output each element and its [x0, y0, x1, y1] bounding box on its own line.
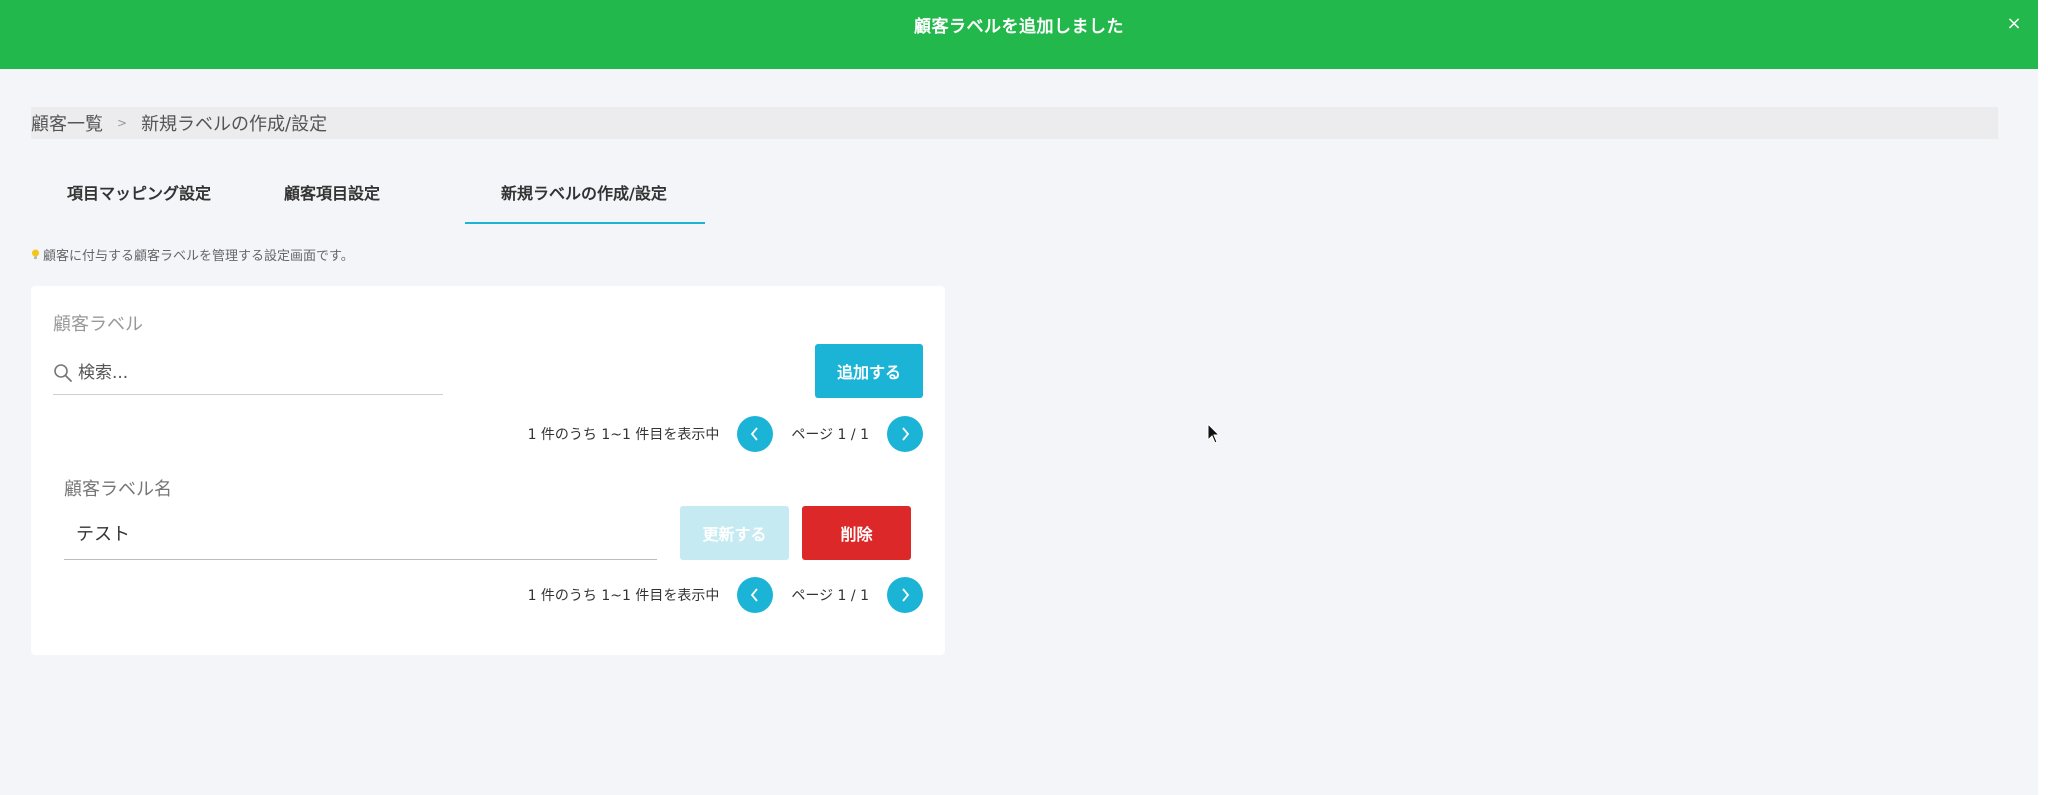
tab-new-label[interactable]: 新規ラベルの作成/設定 — [465, 168, 705, 224]
delete-button[interactable]: 削除 — [802, 506, 911, 560]
chevron-left-icon — [751, 588, 759, 602]
breadcrumb: 顧客一覧 > 新規ラベルの作成/設定 — [31, 107, 1998, 139]
breadcrumb-current: 新規ラベルの作成/設定 — [141, 114, 328, 135]
settings-tabs: 項目マッピング設定 顧客項目設定 新規ラベルの作成/設定 — [31, 168, 705, 224]
lightbulb-icon — [32, 249, 39, 259]
search-box — [53, 351, 443, 395]
pagination-summary: 1 件のうち 1~1 件目を表示中 — [527, 427, 720, 443]
add-label-button[interactable]: 追加する — [815, 344, 923, 398]
chevron-right-icon — [902, 588, 910, 602]
next-page-button[interactable] — [887, 416, 923, 452]
prev-page-button[interactable] — [737, 577, 774, 613]
tab-customer-fields[interactable]: 顧客項目設定 — [248, 168, 465, 224]
toast-message: 顧客ラベルを追加しました — [914, 17, 1124, 37]
pagination-bottom: 1 件のうち 1~1 件目を表示中 ページ 1 / 1 — [421, 577, 923, 613]
scrollbar-track[interactable] — [2038, 0, 2048, 795]
customer-label-card: 顧客ラベル 追加する 1 件のうち 1~1 件目を表示中 ページ 1 / 1 顧… — [31, 286, 945, 655]
tab-field-mapping[interactable]: 項目マッピング設定 — [31, 168, 248, 224]
pagination-summary: 1 件のうち 1~1 件目を表示中 — [527, 588, 720, 604]
breadcrumb-separator: > — [117, 116, 128, 130]
section-title: 顧客ラベル — [53, 314, 143, 335]
page-hint: 顧客に付与する顧客ラベルを管理する設定画面です。 — [31, 245, 354, 264]
page-indicator: ページ 1 / 1 — [791, 427, 869, 443]
success-toast: 顧客ラベルを追加しました × — [0, 0, 2038, 69]
pagination-top: 1 件のうち 1~1 件目を表示中 ページ 1 / 1 — [421, 416, 923, 452]
label-name-input[interactable] — [64, 508, 657, 558]
label-name-row — [64, 508, 657, 560]
hint-text: 顧客に付与する顧客ラベルを管理する設定画面です。 — [43, 249, 354, 264]
breadcrumb-customer-list[interactable]: 顧客一覧 — [31, 110, 103, 136]
search-input[interactable] — [76, 361, 416, 384]
search-icon — [54, 363, 72, 382]
chevron-right-icon — [902, 427, 910, 441]
prev-page-button[interactable] — [737, 416, 774, 452]
next-page-button[interactable] — [887, 577, 923, 613]
label-name-caption: 顧客ラベル名 — [64, 479, 172, 500]
chevron-left-icon — [751, 427, 759, 441]
close-icon[interactable]: × — [2005, 13, 2023, 35]
page-indicator: ページ 1 / 1 — [791, 588, 869, 604]
update-button[interactable]: 更新する — [680, 506, 789, 560]
mouse-pointer-icon — [1207, 423, 1221, 444]
